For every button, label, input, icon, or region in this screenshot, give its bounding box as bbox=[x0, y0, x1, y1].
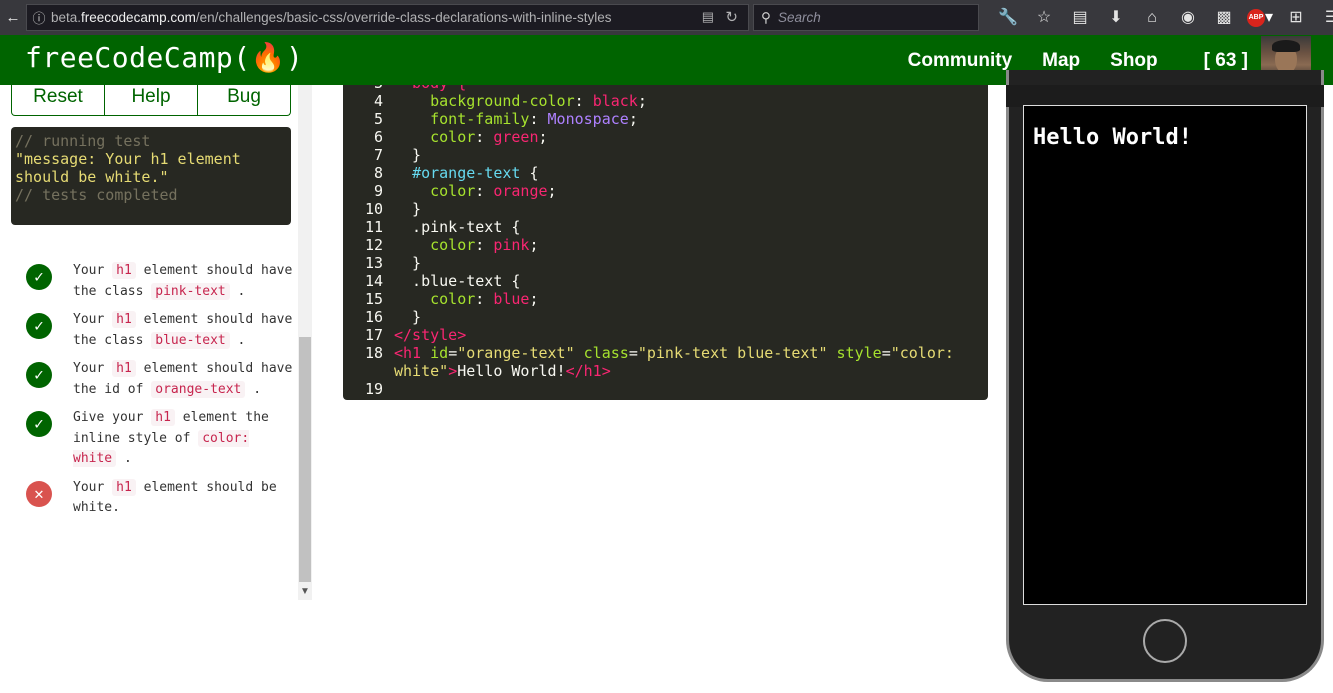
pocket-icon[interactable]: ▩ bbox=[1206, 5, 1242, 30]
code-editor[interactable]: 3 body { 4 background-color: black; 5 fo… bbox=[343, 85, 988, 400]
reset-button[interactable]: Reset bbox=[12, 85, 105, 115]
output-line: // running test bbox=[15, 132, 151, 150]
code-line: } bbox=[394, 146, 422, 164]
phone-top-bezel bbox=[1006, 85, 1324, 107]
help-button[interactable]: Help bbox=[105, 85, 198, 115]
home-icon[interactable]: ⌂ bbox=[1134, 5, 1170, 30]
line-number: 14 bbox=[364, 272, 383, 290]
output-line: // tests completed bbox=[15, 186, 178, 204]
line-number: 7 bbox=[373, 146, 383, 164]
control-buttons: Reset Help Bug bbox=[11, 85, 291, 116]
nav-links: Community Map Shop [ 63 ] bbox=[908, 50, 1248, 72]
browser-toolbar: ← ⓘ beta.freecodecamp.com/en/challenges/… bbox=[0, 0, 1333, 35]
line-number: 12 bbox=[364, 236, 383, 254]
preview-screen: Hello World! bbox=[1023, 105, 1307, 605]
test-item: ✓ Your h1 element should have the class … bbox=[24, 310, 294, 351]
points-counter[interactable]: [ 63 ] bbox=[1204, 50, 1248, 72]
test-list: ✓ Your h1 element should have the class … bbox=[24, 261, 294, 527]
code-line: } bbox=[394, 254, 422, 272]
code-line: color: green; bbox=[430, 128, 548, 146]
line-number: 5 bbox=[373, 110, 383, 128]
line-number: 16 bbox=[364, 308, 383, 326]
code-line: background-color: black; bbox=[430, 92, 647, 110]
home-button bbox=[1143, 619, 1187, 663]
info-icon[interactable]: ⓘ bbox=[27, 8, 51, 27]
line-number: 8 bbox=[373, 164, 383, 182]
reload-icon[interactable]: ↻ bbox=[725, 8, 738, 26]
address-bar[interactable]: ⓘ beta.freecodecamp.com/en/challenges/ba… bbox=[26, 4, 749, 31]
line-number: 9 bbox=[373, 182, 383, 200]
code-line: .blue-text { bbox=[394, 272, 521, 290]
check-icon: ✓ bbox=[26, 264, 52, 290]
code-line: color: pink; bbox=[430, 236, 539, 254]
line-number: 19 bbox=[364, 380, 383, 398]
nav-shop[interactable]: Shop bbox=[1110, 50, 1158, 72]
line-number: 4 bbox=[373, 92, 383, 110]
code-line: .pink-text { bbox=[394, 218, 521, 236]
line-number: 11 bbox=[364, 218, 383, 236]
code-line: <h1 id="orange-text" class="pink-text bl… bbox=[394, 344, 954, 362]
test-item: ✓ Give your h1 element the inline style … bbox=[24, 408, 294, 470]
preview-heading: Hello World! bbox=[1033, 125, 1192, 150]
code-line: color: blue; bbox=[430, 290, 539, 308]
line-number: 3 bbox=[353, 85, 383, 92]
left-scrollbar[interactable]: ▼ bbox=[298, 85, 312, 600]
code-line: font-family: Monospace; bbox=[430, 110, 638, 128]
check-icon: ✓ bbox=[26, 411, 52, 437]
line-number: 17 bbox=[364, 326, 383, 344]
crop-icon[interactable]: ⊞ bbox=[1278, 5, 1314, 30]
cross-icon: ✕ bbox=[26, 480, 52, 507]
download-icon[interactable]: ⬇ bbox=[1098, 5, 1134, 30]
code-line: </style> bbox=[394, 326, 467, 344]
code-line: #orange-text { bbox=[412, 164, 539, 182]
wrench-icon[interactable]: 🔧 bbox=[990, 5, 1026, 30]
test-item: ✓ Your h1 element should have the class … bbox=[24, 261, 294, 302]
code-line: } bbox=[394, 308, 422, 326]
adblock-icon[interactable]: ABP ▾ bbox=[1242, 5, 1278, 30]
code-line: body { bbox=[394, 85, 466, 92]
menu-icon[interactable]: ☰ bbox=[1314, 5, 1333, 30]
code-line: color: orange; bbox=[430, 182, 557, 200]
line-number: 13 bbox=[364, 254, 383, 272]
test-item: ✓ Your h1 element should have the id of … bbox=[24, 359, 294, 400]
output-line: should be white." bbox=[15, 168, 169, 186]
bug-button[interactable]: Bug bbox=[198, 85, 290, 115]
test-output: // running test "message: Your h1 elemen… bbox=[11, 127, 291, 225]
back-arrow-icon[interactable]: ← bbox=[1, 5, 25, 29]
search-placeholder: Search bbox=[778, 10, 821, 25]
scroll-down-arrow-icon[interactable]: ▼ bbox=[298, 584, 312, 600]
test-item: ✕ Your h1 element should be white. bbox=[24, 478, 294, 519]
reader-view-icon[interactable]: ▤ bbox=[702, 9, 714, 25]
check-icon: ✓ bbox=[26, 313, 52, 339]
search-input[interactable]: ⚲ Search bbox=[753, 4, 979, 31]
toolbar-icons: 🔧 ☆ ▤ ⬇ ⌂ ◉ ▩ ABP ▾ ⊞ ☰ bbox=[990, 5, 1333, 30]
check-icon: ✓ bbox=[26, 362, 52, 388]
logo[interactable]: freeCodeCamp(🔥) bbox=[25, 41, 303, 74]
nav-community[interactable]: Community bbox=[908, 50, 1013, 72]
line-number: 18 bbox=[364, 344, 383, 362]
scrollbar-thumb[interactable] bbox=[299, 337, 311, 582]
url-text: beta.freecodecamp.com/en/challenges/basi… bbox=[51, 10, 612, 25]
nav-map[interactable]: Map bbox=[1042, 50, 1080, 72]
search-icon: ⚲ bbox=[761, 9, 771, 25]
library-icon[interactable]: ▤ bbox=[1062, 5, 1098, 30]
code-line: } bbox=[394, 200, 422, 218]
code-line: white">Hello World!</h1> bbox=[394, 362, 611, 380]
line-number: 15 bbox=[364, 290, 383, 308]
line-number: 10 bbox=[364, 200, 383, 218]
output-line: "message: Your h1 element bbox=[15, 150, 241, 168]
instructions-panel: Reset Help Bug // running test "message:… bbox=[0, 85, 298, 693]
globe-icon[interactable]: ◉ bbox=[1170, 5, 1206, 30]
star-icon[interactable]: ☆ bbox=[1026, 5, 1062, 30]
line-number: 6 bbox=[373, 128, 383, 146]
